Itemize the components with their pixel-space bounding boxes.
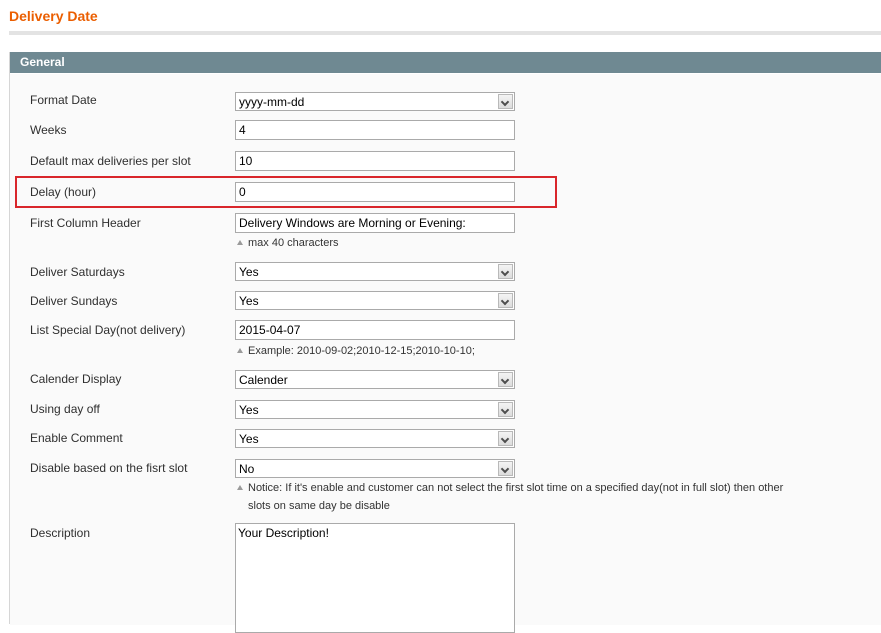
format-date-label: Format Date — [30, 93, 97, 107]
disable-first-slot-select[interactable]: No — [235, 459, 515, 478]
max-deliveries-label: Default max deliveries per slot — [30, 154, 191, 168]
disable-first-slot-note-line1: Notice: If it's enable and customer can … — [248, 482, 784, 494]
triangle-up-icon — [237, 348, 243, 353]
weeks-input[interactable] — [235, 120, 515, 140]
description-textarea[interactable]: Your Description! — [235, 523, 515, 633]
section-header-general[interactable]: General — [10, 52, 881, 73]
first-column-header-note-text: max 40 characters — [248, 237, 339, 249]
chevron-down-icon[interactable] — [498, 372, 513, 387]
enable-comment-value: Yes — [239, 432, 259, 446]
weeks-label: Weeks — [30, 123, 67, 137]
page-title: Delivery Date — [9, 8, 98, 24]
format-date-select[interactable]: yyyy-mm-dd — [235, 92, 515, 111]
first-column-header-input[interactable] — [235, 213, 515, 233]
disable-first-slot-note: Notice: If it's enable and customer can … — [235, 479, 808, 515]
chevron-down-icon[interactable] — [498, 431, 513, 446]
special-day-note-text: Example: 2010-09-02;2010-12-15;2010-10-1… — [248, 345, 475, 357]
using-day-off-select[interactable]: Yes — [235, 400, 515, 419]
deliver-sundays-select[interactable]: Yes — [235, 291, 515, 310]
chevron-down-icon[interactable] — [498, 293, 513, 308]
title-divider — [9, 31, 881, 35]
first-column-header-note: max 40 characters — [235, 234, 808, 252]
enable-comment-label: Enable Comment — [30, 431, 123, 445]
calendar-display-select[interactable]: Calender — [235, 370, 515, 389]
delay-highlight-box — [15, 176, 557, 208]
disable-first-slot-note-line2: slots on same day be disable — [248, 500, 390, 512]
format-date-value: yyyy-mm-dd — [239, 95, 305, 109]
chevron-down-icon[interactable] — [498, 402, 513, 417]
first-column-header-label: First Column Header — [30, 216, 141, 230]
deliver-saturdays-label: Deliver Saturdays — [30, 265, 125, 279]
special-day-input[interactable] — [235, 320, 515, 340]
description-label: Description — [30, 526, 91, 540]
deliver-saturdays-value: Yes — [239, 265, 259, 279]
disable-first-slot-label: Disable based on the fisrt slot — [30, 461, 188, 475]
deliver-saturdays-select[interactable]: Yes — [235, 262, 515, 281]
enable-comment-select[interactable]: Yes — [235, 429, 515, 448]
chevron-down-icon[interactable] — [498, 461, 513, 476]
special-day-label: List Special Day(not delivery) — [30, 323, 186, 337]
deliver-sundays-label: Deliver Sundays — [30, 294, 118, 308]
special-day-note: Example: 2010-09-02;2010-12-15;2010-10-1… — [235, 342, 808, 360]
triangle-up-icon — [237, 485, 243, 490]
calendar-display-label: Calender Display — [30, 372, 122, 386]
triangle-up-icon — [237, 240, 243, 245]
chevron-down-icon[interactable] — [498, 264, 513, 279]
using-day-off-value: Yes — [239, 403, 259, 417]
chevron-down-icon[interactable] — [498, 94, 513, 109]
calendar-display-value: Calender — [239, 373, 288, 387]
disable-first-slot-value: No — [239, 462, 255, 476]
deliver-sundays-value: Yes — [239, 294, 259, 308]
using-day-off-label: Using day off — [30, 402, 100, 416]
max-deliveries-input[interactable] — [235, 151, 515, 171]
